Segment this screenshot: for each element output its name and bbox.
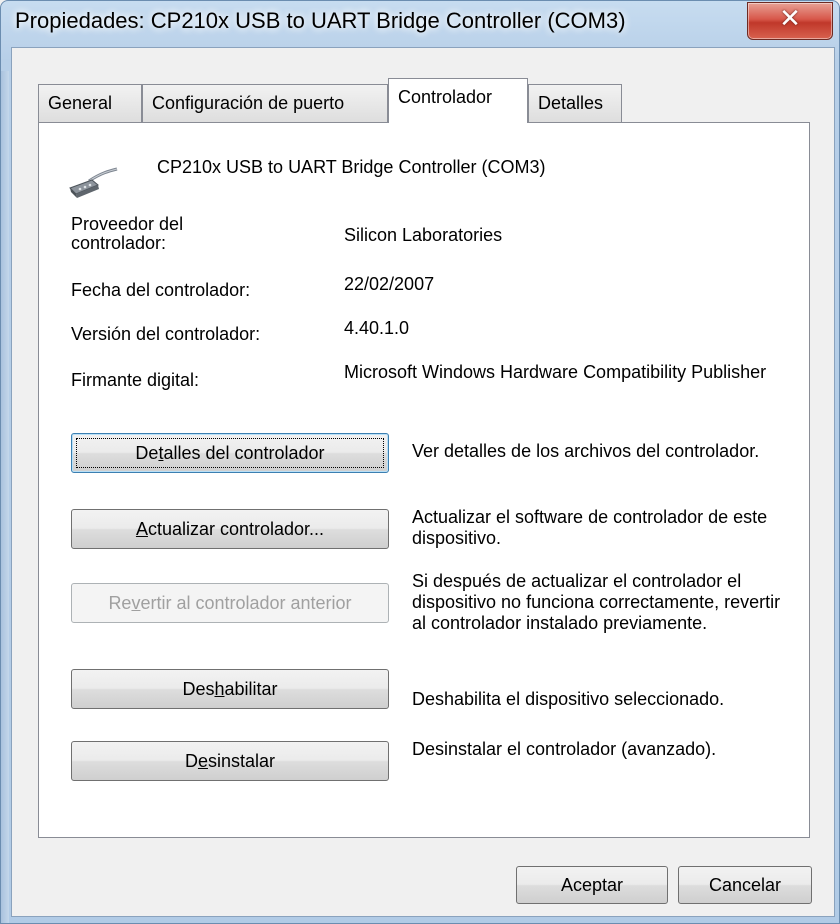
tab-driver[interactable]: Controlador — [388, 78, 528, 123]
cancel-button[interactable]: Cancelar — [678, 866, 812, 904]
digital-signer-value: Microsoft Windows Hardware Compatibility… — [344, 362, 767, 382]
tab-details[interactable]: Detalles — [528, 84, 622, 122]
driver-tab-panel: CP210x USB to UART Bridge Controller (CO… — [38, 122, 810, 838]
title-bar[interactable]: Propiedades: CP210x USB to UART Bridge C… — [1, 1, 839, 47]
tab-general[interactable]: General — [38, 84, 142, 122]
button-label: sinstalar — [207, 751, 276, 771]
tab-label: General — [48, 93, 113, 113]
dialog-client-area: General Configuración de puerto Controla… — [11, 47, 835, 917]
access-key: t — [158, 443, 164, 463]
uninstall-driver-description: Desinstalar el controlador (avanzado). — [412, 739, 717, 759]
close-icon: ✕ — [779, 4, 801, 34]
button-label: ertir al controlador anterior — [140, 593, 352, 613]
driver-details-button[interactable]: Detalles del controlador — [71, 433, 389, 473]
driver-provider-label: Proveedor del controlador: — [71, 214, 184, 253]
tab-label: Controlador — [398, 87, 493, 107]
driver-provider-value: Silicon Laboratories — [344, 225, 503, 245]
driver-version-label: Versión del controlador: — [71, 324, 261, 344]
update-driver-button[interactable]: Actualizar controlador... — [71, 509, 389, 549]
tab-port-settings[interactable]: Configuración de puerto — [142, 84, 388, 122]
access-key: A — [135, 519, 148, 539]
window-frame-edge — [1, 71, 9, 923]
disable-device-description: Deshabilita el dispositivo seleccionado. — [412, 689, 725, 709]
ok-button[interactable]: Aceptar — [516, 866, 668, 904]
properties-dialog: Propiedades: CP210x USB to UART Bridge C… — [0, 0, 840, 924]
close-button[interactable]: ✕ — [747, 2, 833, 40]
update-driver-description: Actualizar el software de controlador de… — [412, 507, 768, 548]
button-label: Des — [182, 679, 215, 699]
driver-details-description: Ver detalles de los archivos del control… — [412, 441, 760, 461]
device-name: CP210x USB to UART Bridge Controller (CO… — [157, 157, 546, 177]
button-label: Re — [108, 593, 132, 613]
rollback-driver-description: Si después de actualizar el controlador … — [412, 571, 781, 633]
button-label: abilitar — [224, 679, 278, 699]
driver-date-value: 22/02/2007 — [344, 274, 435, 294]
driver-version-value: 4.40.1.0 — [344, 318, 410, 338]
uninstall-driver-button[interactable]: Desinstalar — [71, 741, 389, 781]
button-label: ctualizar controlador... — [147, 519, 325, 539]
button-label: alles del controlador — [163, 443, 325, 463]
tab-label: Configuración de puerto — [152, 93, 345, 113]
disable-device-button[interactable]: Deshabilitar — [71, 669, 389, 709]
serial-port-icon — [69, 167, 118, 198]
digital-signer-label: Firmante digital: — [71, 370, 200, 390]
access-key: e — [197, 751, 208, 771]
driver-date-label: Fecha del controlador: — [71, 280, 251, 300]
button-label: D — [184, 751, 198, 771]
tab-label: Detalles — [538, 93, 604, 113]
window-title: Propiedades: CP210x USB to UART Bridge C… — [15, 8, 626, 33]
rollback-driver-button[interactable]: Revertir al controlador anterior — [71, 583, 389, 623]
button-label: De — [135, 443, 159, 463]
access-key: h — [214, 679, 225, 699]
